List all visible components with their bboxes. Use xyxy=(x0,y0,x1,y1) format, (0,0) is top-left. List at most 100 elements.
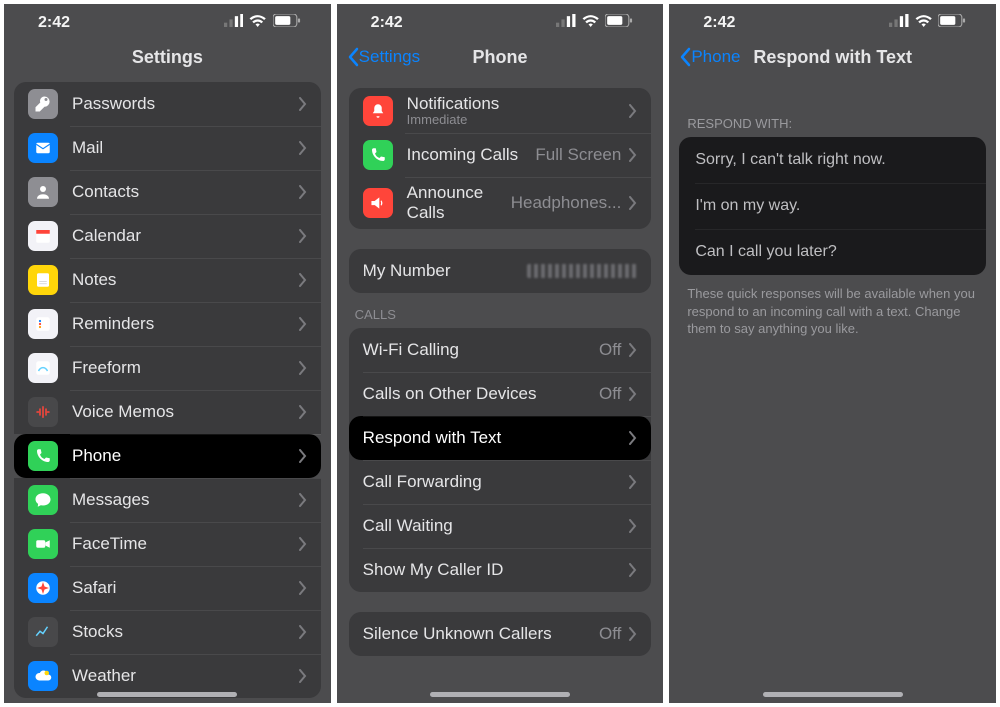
my-number-row[interactable]: My Number xyxy=(349,249,652,293)
status-icons xyxy=(224,14,301,32)
settings-row-mail[interactable]: Mail xyxy=(14,126,321,170)
chevron-right-icon xyxy=(299,273,307,287)
home-indicator[interactable] xyxy=(763,692,903,697)
row-label: My Number xyxy=(363,261,528,281)
row-label: Call Waiting xyxy=(363,516,630,536)
calls-header: CALLS xyxy=(337,293,664,328)
home-indicator[interactable] xyxy=(97,692,237,697)
chevron-right-icon xyxy=(629,387,637,401)
settings-row-voice-memos[interactable]: Voice Memos xyxy=(14,390,321,434)
list-icon xyxy=(28,309,58,339)
settings-row-safari[interactable]: Safari xyxy=(14,566,321,610)
waveform-icon xyxy=(28,397,58,427)
settings-row-calendar[interactable]: Calendar xyxy=(14,214,321,258)
response-field-1[interactable]: I'm on my way. xyxy=(679,183,986,229)
calls-row-show-my-caller-id[interactable]: Show My Caller ID xyxy=(349,548,652,592)
chevron-right-icon xyxy=(299,97,307,111)
video-icon xyxy=(28,529,58,559)
status-bar: 2:42 xyxy=(4,4,331,32)
settings-row-facetime[interactable]: FaceTime xyxy=(14,522,321,566)
status-bar: 2:42 xyxy=(669,4,996,32)
respond-header: RESPOND WITH: xyxy=(669,82,996,137)
settings-row-messages[interactable]: Messages xyxy=(14,478,321,522)
respond-with-text-screen: 2:42 Phone Respond with Text RESPOND WIT… xyxy=(669,4,996,703)
settings-row-phone[interactable]: Phone xyxy=(14,434,321,478)
back-button[interactable]: Settings xyxy=(347,47,420,67)
row-value: Off xyxy=(599,340,621,360)
chevron-right-icon xyxy=(299,537,307,551)
home-indicator[interactable] xyxy=(430,692,570,697)
nav-bar: Settings Phone xyxy=(337,32,664,82)
cellular-icon xyxy=(556,14,576,32)
bell-icon xyxy=(363,96,393,126)
settings-row-notes[interactable]: Notes xyxy=(14,258,321,302)
settings-row-weather[interactable]: Weather xyxy=(14,654,321,698)
back-button[interactable]: Phone xyxy=(679,47,740,67)
settings-list: Passwords Mail Contacts Calendar Notes Remind… xyxy=(4,82,331,698)
row-label: Notes xyxy=(72,270,299,290)
back-label: Settings xyxy=(359,47,420,67)
response-field-0[interactable]: Sorry, I can't talk right now. xyxy=(679,137,986,183)
row-value: Headphones... xyxy=(511,193,622,213)
freeform-icon xyxy=(28,353,58,383)
chevron-right-icon xyxy=(629,519,637,533)
row-label: Phone xyxy=(72,446,299,466)
row-label: Contacts xyxy=(72,182,299,202)
cellular-icon xyxy=(889,14,909,32)
row-label: Passwords xyxy=(72,94,299,114)
settings-row-passwords[interactable]: Passwords xyxy=(14,82,321,126)
calls-row-wi-fi-calling[interactable]: Wi-Fi CallingOff xyxy=(349,328,652,372)
chevron-right-icon xyxy=(299,141,307,155)
row-label: Notifications xyxy=(407,94,630,114)
status-icons xyxy=(889,14,966,32)
nav-bar: Phone Respond with Text xyxy=(669,32,996,82)
chevron-right-icon xyxy=(629,563,637,577)
chevron-right-icon xyxy=(299,581,307,595)
settings-row-contacts[interactable]: Contacts xyxy=(14,170,321,214)
status-time: 2:42 xyxy=(371,14,403,32)
chevron-right-icon xyxy=(299,449,307,463)
chevron-right-icon xyxy=(629,104,637,118)
phone-icon xyxy=(28,441,58,471)
phone-row-notifications[interactable]: NotificationsImmediate xyxy=(349,88,652,133)
key-icon xyxy=(28,89,58,119)
calls-row-calls-on-other-devices[interactable]: Calls on Other DevicesOff xyxy=(349,372,652,416)
chevron-right-icon xyxy=(629,475,637,489)
status-time: 2:42 xyxy=(703,14,735,32)
calls-row-respond-with-text[interactable]: Respond with Text xyxy=(349,416,652,460)
chevron-right-icon xyxy=(299,625,307,639)
chevron-right-icon xyxy=(299,493,307,507)
chevron-right-icon xyxy=(629,343,637,357)
chevron-right-icon xyxy=(629,148,637,162)
back-label: Phone xyxy=(691,47,740,67)
calls-row-call-waiting[interactable]: Call Waiting xyxy=(349,504,652,548)
row-label: Messages xyxy=(72,490,299,510)
row-label: Weather xyxy=(72,666,299,686)
row-silence-unknown-callers[interactable]: Silence Unknown CallersOff xyxy=(349,612,652,656)
settings-screen: 2:42 Settings PasswordsMailContactsCalen… xyxy=(4,4,331,703)
row-label: Incoming Calls xyxy=(407,145,536,165)
status-bar: 2:42 xyxy=(337,4,664,32)
envelope-icon xyxy=(28,133,58,163)
responses-group: Sorry, I can't talk right now.I'm on my … xyxy=(679,137,986,275)
settings-row-stocks[interactable]: Stocks xyxy=(14,610,321,654)
settings-row-freeform[interactable]: Freeform xyxy=(14,346,321,390)
wifi-icon xyxy=(249,14,266,32)
settings-row-reminders[interactable]: Reminders xyxy=(14,302,321,346)
row-label: Show My Caller ID xyxy=(363,560,630,580)
chevron-right-icon xyxy=(629,627,637,641)
phone-row-incoming-calls[interactable]: Incoming CallsFull Screen xyxy=(349,133,652,177)
incoming-icon xyxy=(363,140,393,170)
chevron-right-icon xyxy=(299,185,307,199)
row-label: Stocks xyxy=(72,622,299,642)
battery-icon xyxy=(605,14,633,32)
phone-row-announce-calls[interactable]: Announce CallsHeadphones... xyxy=(349,177,652,229)
wifi-icon xyxy=(582,14,599,32)
row-sub: Immediate xyxy=(407,112,630,127)
row-label: Mail xyxy=(72,138,299,158)
response-field-2[interactable]: Can I call you later? xyxy=(679,229,986,275)
calendar-icon xyxy=(28,221,58,251)
note-icon xyxy=(28,265,58,295)
row-value: Full Screen xyxy=(535,145,621,165)
calls-row-call-forwarding[interactable]: Call Forwarding xyxy=(349,460,652,504)
